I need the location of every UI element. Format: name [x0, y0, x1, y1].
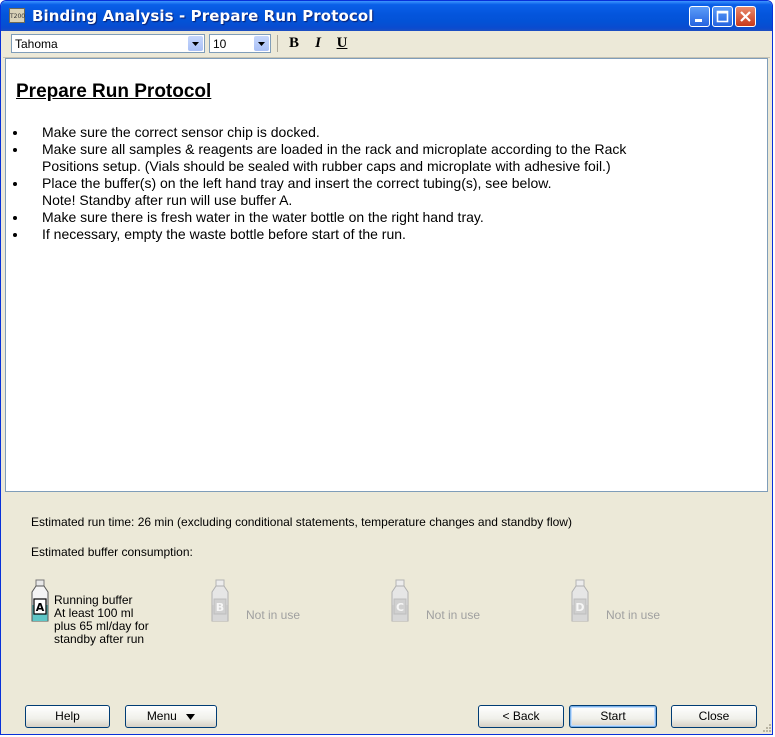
close-window-button[interactable]	[735, 6, 756, 27]
bullet-icon	[13, 216, 17, 220]
menu-button[interactable]: Menu	[125, 705, 217, 728]
buffer-a-line: standby after run	[54, 632, 145, 646]
chevron-down-icon[interactable]	[254, 36, 269, 51]
bullet-icon	[13, 182, 17, 186]
list-item-line: Make sure there is fresh water in the wa…	[42, 209, 484, 225]
list-item: Make sure there is fresh water in the wa…	[13, 209, 762, 226]
back-button[interactable]: < Back	[478, 705, 564, 728]
list-item-line: Make sure all samples & reagents are loa…	[42, 141, 627, 157]
resize-grip-icon[interactable]	[760, 721, 772, 733]
buffer-letter: C	[396, 601, 404, 614]
buffer-bottle-d-icon: D	[571, 579, 589, 622]
buffer-bottle-b-icon: B	[211, 579, 229, 622]
app-window: T200 Binding Analysis - Prepare Run Prot…	[0, 0, 773, 735]
maximize-button[interactable]	[712, 6, 733, 27]
start-button[interactable]: Start	[569, 705, 657, 728]
buffer-letter: A	[36, 601, 45, 614]
format-toolbar: Tahoma 10 B I U	[3, 31, 770, 58]
italic-button[interactable]: I	[307, 34, 329, 53]
buffer-bottle-a-icon: A	[31, 579, 49, 622]
chevron-down-icon	[186, 714, 196, 720]
list-item: Make sure the correct sensor chip is doc…	[13, 124, 762, 141]
bullet-icon	[13, 233, 17, 237]
close-icon	[740, 11, 751, 22]
bullet-icon	[13, 148, 17, 152]
list-item: Place the buffer(s) on the left hand tra…	[13, 175, 762, 209]
list-item-line: Note! Standby after run will use buffer …	[42, 192, 293, 208]
font-size-select[interactable]: 10	[209, 34, 271, 53]
buffer-bottle-c-icon: C	[391, 579, 409, 622]
bullet-icon	[13, 131, 17, 135]
list-item-line: Positions setup. (Vials should be sealed…	[42, 158, 611, 174]
buffer-b-label: Not in use	[246, 608, 301, 622]
title-bar[interactable]: T200 Binding Analysis - Prepare Run Prot…	[1, 1, 772, 31]
close-button[interactable]: Close	[671, 705, 757, 728]
buffer-letter: B	[216, 601, 224, 614]
app-icon: T200	[9, 8, 25, 23]
estimated-run-time: Estimated run time: 26 min (excluding co…	[31, 515, 572, 529]
estimated-buffer-label: Estimated buffer consumption:	[31, 545, 193, 559]
list-item: If necessary, empty the waste bottle bef…	[13, 226, 762, 243]
instruction-list: Make sure the correct sensor chip is doc…	[13, 124, 762, 243]
minimize-icon	[695, 19, 702, 22]
buffer-a-label: Running buffer At least 100 ml plus 65 m…	[54, 594, 149, 646]
list-item-line: Make sure the correct sensor chip is doc…	[42, 124, 320, 140]
list-item-line: Place the buffer(s) on the left hand tra…	[42, 175, 552, 191]
font-select-value: Tahoma	[15, 37, 58, 51]
chevron-down-icon[interactable]	[188, 36, 203, 51]
bold-button[interactable]: B	[283, 34, 305, 53]
list-item-line: If necessary, empty the waste bottle bef…	[42, 226, 406, 242]
menu-button-label: Menu	[146, 709, 177, 723]
minimize-button[interactable]	[689, 6, 710, 27]
window-title: Binding Analysis - Prepare Run Protocol	[32, 7, 374, 25]
protocol-document[interactable]: Prepare Run Protocol Make sure the corre…	[5, 58, 768, 492]
document-heading: Prepare Run Protocol	[16, 81, 212, 102]
buffer-letter: D	[575, 601, 584, 614]
list-item: Make sure all samples & reagents are loa…	[13, 141, 762, 175]
help-button[interactable]: Help	[25, 705, 110, 728]
toolbar-separator	[277, 35, 278, 52]
buffer-c-label: Not in use	[426, 608, 481, 622]
font-size-value: 10	[213, 37, 227, 51]
maximize-icon	[716, 10, 729, 23]
buffer-d-label: Not in use	[606, 608, 661, 622]
underline-button[interactable]: U	[331, 34, 353, 53]
font-select[interactable]: Tahoma	[11, 34, 205, 53]
